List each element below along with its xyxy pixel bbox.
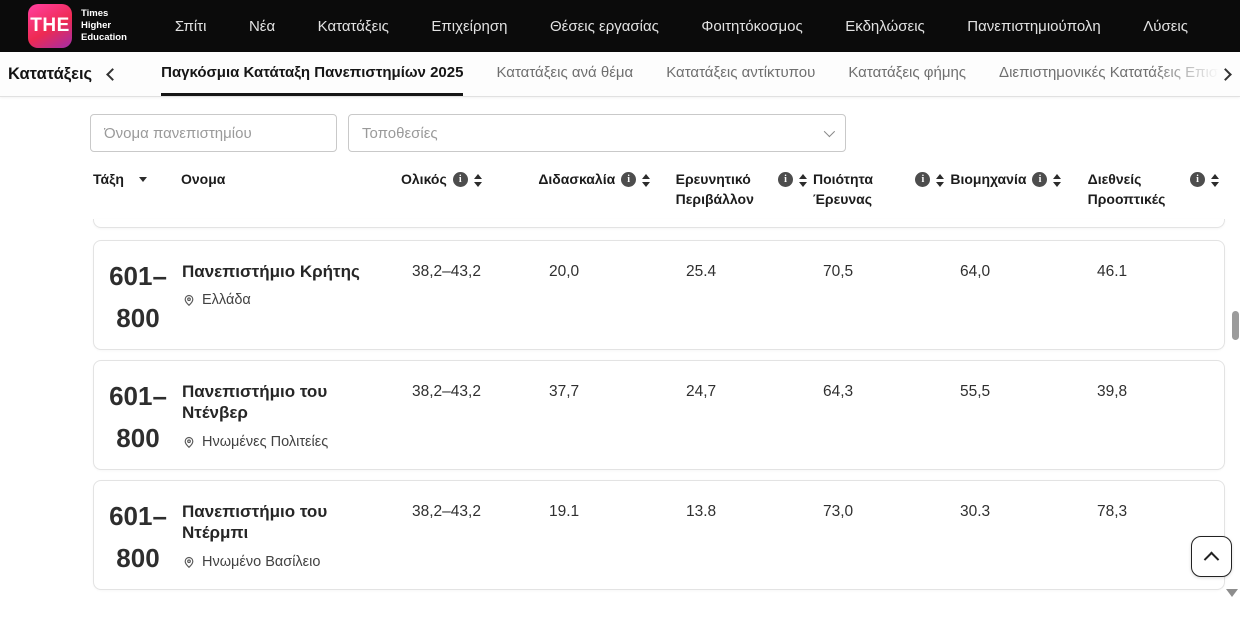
industry-score: 30.3: [950, 481, 1087, 589]
top-nav: THE TimesHigherEducation Σπίτι Νέα Κατατ…: [0, 0, 1240, 52]
country-label: Ηνωμένο Βασίλειο: [202, 554, 320, 570]
nav-item-rankings[interactable]: Κατατάξεις: [318, 18, 389, 35]
info-icon[interactable]: i: [1032, 172, 1047, 187]
sort-icon[interactable]: [642, 174, 650, 187]
location-pin-icon: [182, 293, 196, 307]
international-outlook-score: 39,8: [1087, 361, 1224, 469]
teaching-score: 37,7: [539, 361, 676, 469]
overall-score: 38,2–43,2: [402, 241, 539, 349]
research-environment-score: 25.4: [676, 241, 813, 349]
country-label: Ελλάδα: [202, 292, 251, 308]
rank-value: 601–800: [94, 241, 182, 349]
info-icon[interactable]: i: [453, 172, 468, 187]
top-menu: Σπίτι Νέα Κατατάξεις Επιχείρηση Θέσεις ε…: [175, 18, 1188, 35]
logo-name: TimesHigherEducation: [81, 8, 127, 44]
info-icon[interactable]: i: [778, 172, 793, 187]
table-row[interactable]: 601–800 Πανεπιστήμιο Κρήτης Ελλάδα 38,2–…: [93, 240, 1225, 350]
research-environment-score: 24,7: [676, 361, 813, 469]
nav-item-campus[interactable]: Πανεπιστημιούπολη: [967, 18, 1100, 35]
back-to-top-button[interactable]: [1191, 536, 1232, 577]
column-header-research-environment: Ερευνητικό Περιβάλλον i: [676, 170, 813, 209]
sort-icon[interactable]: [474, 174, 482, 187]
section-label: Κατατάξεις: [8, 65, 92, 84]
location-pin-icon: [182, 555, 196, 569]
column-header-international-outlook: Διεθνείς Προοπτικές i: [1088, 170, 1225, 209]
locations-dropdown-value: Τοποθεσίες: [362, 125, 438, 142]
university-name-input[interactable]: [90, 114, 337, 152]
rankings-tab-bar: Κατατάξεις Παγκόσμια Κατάταξη Πανεπιστημ…: [0, 52, 1240, 97]
locations-dropdown[interactable]: Τοποθεσίες: [348, 114, 846, 152]
university-name-link[interactable]: Πανεπιστήμιο του Ντέρμπι: [182, 501, 388, 544]
tab-world-university-rankings[interactable]: Παγκόσμια Κατάταξη Πανεπιστημίων 2025: [161, 52, 463, 96]
rank-value: 601–800: [94, 361, 182, 469]
the-logo[interactable]: THE TimesHigherEducation: [28, 4, 127, 48]
scrollbar-thumb[interactable]: [1232, 311, 1239, 340]
column-header-research-quality: Ποιότητα Έρευνας i: [813, 170, 950, 209]
column-header-teaching: Διδασκαλία i: [538, 170, 675, 209]
the-logo-icon: THE: [28, 4, 72, 48]
info-icon[interactable]: i: [915, 172, 930, 187]
table-header: Τάξη Ονομα Ολικός i Διδασκαλία i Ερευνητ…: [93, 170, 1225, 217]
country-label: Ηνωμένες Πολιτείες: [202, 434, 328, 450]
scrollbar-down-arrow-icon[interactable]: [1226, 589, 1238, 597]
sort-caret-icon: [139, 177, 147, 182]
university-name-link[interactable]: Πανεπιστήμιο του Ντένβερ: [182, 381, 388, 424]
column-header-industry: Βιομηχανία i: [950, 170, 1087, 209]
nav-item-solutions[interactable]: Λύσεις: [1143, 18, 1188, 35]
sort-icon[interactable]: [936, 174, 944, 187]
research-quality-score: 70,5: [813, 241, 950, 349]
country-row: Ηνωμένες Πολιτείες: [182, 434, 388, 450]
filters-row: Τοποθεσίες: [90, 114, 1240, 152]
nav-item-jobs[interactable]: Θέσεις εργασίας: [550, 18, 659, 35]
international-outlook-score: 46.1: [1087, 241, 1224, 349]
chevron-down-icon: [824, 126, 835, 137]
sort-icon[interactable]: [1211, 174, 1219, 187]
country-row: Ηνωμένο Βασίλειο: [182, 554, 388, 570]
chevron-left-icon[interactable]: [106, 68, 119, 81]
info-icon[interactable]: i: [1190, 172, 1205, 187]
column-header-overall: Ολικός i: [401, 170, 538, 209]
location-pin-icon: [182, 435, 196, 449]
overall-score: 38,2–43,2: [402, 361, 539, 469]
teaching-score: 20,0: [539, 241, 676, 349]
nav-item-news[interactable]: Νέα: [249, 18, 275, 35]
rank-value: 601–800: [94, 481, 182, 589]
tab-impact-rankings[interactable]: Κατατάξεις αντίκτυπου: [666, 52, 815, 96]
industry-score: 64,0: [950, 241, 1087, 349]
overall-score: 38,2–43,2: [402, 481, 539, 589]
country-row: Ελλάδα: [182, 292, 388, 308]
industry-score: 55,5: [950, 361, 1087, 469]
nav-item-events[interactable]: Εκδηλώσεις: [845, 18, 925, 35]
research-quality-score: 73,0: [813, 481, 950, 589]
tabs: Παγκόσμια Κατάταξη Πανεπιστημίων 2025 Κα…: [161, 52, 1224, 96]
table-row[interactable]: 601–800 Πανεπιστήμιο του Ντέρμπι Ηνωμένο…: [93, 480, 1225, 590]
nav-item-home[interactable]: Σπίτι: [175, 18, 207, 35]
previous-row-card-edge: [93, 219, 1225, 228]
column-header-name: Ονομα: [181, 170, 401, 209]
research-environment-score: 13.8: [676, 481, 813, 589]
info-icon[interactable]: i: [621, 172, 636, 187]
university-name-link[interactable]: Πανεπιστήμιο Κρήτης: [182, 261, 388, 282]
sort-icon[interactable]: [1053, 174, 1061, 187]
column-header-rank[interactable]: Τάξη: [93, 170, 181, 209]
tab-rankings-by-subject[interactable]: Κατατάξεις ανά θέμα: [496, 52, 633, 96]
research-quality-score: 64,3: [813, 361, 950, 469]
tab-reputation-rankings[interactable]: Κατατάξεις φήμης: [848, 52, 966, 96]
teaching-score: 19.1: [539, 481, 676, 589]
chevron-up-icon: [1204, 552, 1220, 568]
logo-text: THE: [30, 15, 70, 37]
nav-item-student[interactable]: Φοιτητόκοσμος: [701, 18, 802, 35]
nav-item-business[interactable]: Επιχείρηση: [431, 18, 507, 35]
tab-interdisciplinary-rankings[interactable]: Διεπιστημονικές Κατατάξεις Επιστ: [999, 52, 1224, 96]
table-row[interactable]: 601–800 Πανεπιστήμιο του Ντένβερ Ηνωμένε…: [93, 360, 1225, 470]
sort-icon[interactable]: [799, 174, 807, 187]
